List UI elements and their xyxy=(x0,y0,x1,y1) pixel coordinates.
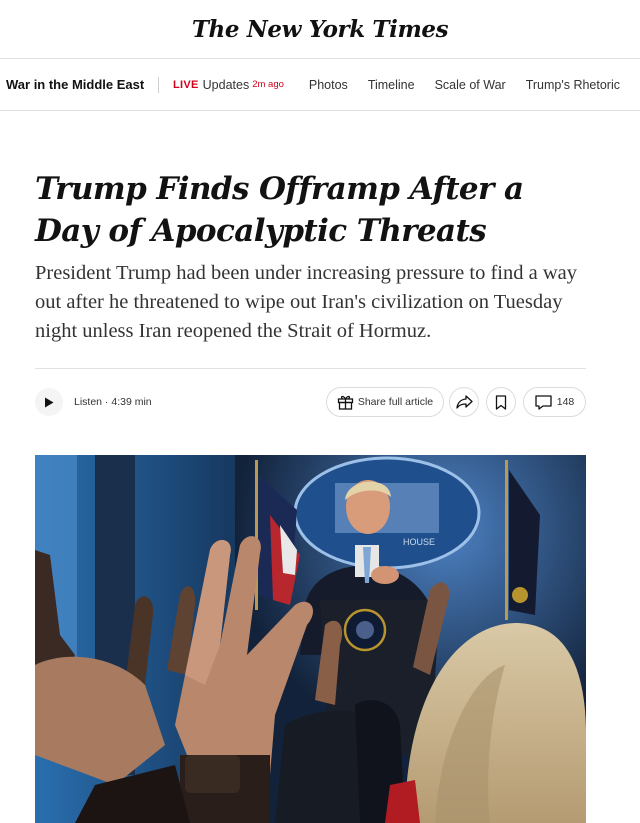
nav-link-photos[interactable]: Photos xyxy=(309,78,348,92)
article-headline: Trump Finds Offramp After a Day of Apoca… xyxy=(35,171,524,249)
share-arrow-icon xyxy=(455,395,473,409)
live-updates-link[interactable]: Updates xyxy=(203,78,250,92)
listen-play-button[interactable] xyxy=(35,388,63,416)
section-title-link[interactable]: War in the Middle East xyxy=(6,77,144,92)
save-bookmark-button[interactable] xyxy=(486,387,516,417)
comments-count: 148 xyxy=(556,396,575,408)
nav-link-timeline[interactable]: Timeline xyxy=(368,78,415,92)
article-summary: President Trump had been under increasin… xyxy=(35,262,577,342)
photo-sign-text: HOUSE xyxy=(403,537,435,547)
comment-icon xyxy=(535,394,552,410)
listen-label[interactable]: Listen · 4:39 min xyxy=(74,396,152,408)
share-full-article-label: Share full article xyxy=(357,396,434,408)
article-toolbar: Listen · 4:39 min Share full article 148 xyxy=(35,385,586,419)
nav-link-trumps-rhetoric[interactable]: Trump's Rhetoric xyxy=(526,78,620,92)
live-badge[interactable]: LIVE xyxy=(173,79,199,91)
section-subnav: War in the Middle East LIVE Updates 2m a… xyxy=(0,59,640,111)
nav-link-scale-of-war[interactable]: Scale of War xyxy=(435,78,506,92)
nav-divider xyxy=(158,76,159,93)
lead-photo[interactable]: HOUSE xyxy=(35,455,586,823)
nyt-logo[interactable]: The New York Times xyxy=(192,16,449,43)
share-button[interactable] xyxy=(449,387,479,417)
gift-icon xyxy=(337,395,353,410)
updated-timestamp: 2m ago xyxy=(252,79,284,90)
share-full-article-button[interactable]: Share full article xyxy=(326,387,444,417)
masthead: The New York Times xyxy=(0,0,640,59)
bookmark-icon xyxy=(495,394,507,410)
comments-button[interactable]: 148 xyxy=(523,387,586,417)
divider xyxy=(35,368,586,369)
play-icon xyxy=(45,397,54,407)
